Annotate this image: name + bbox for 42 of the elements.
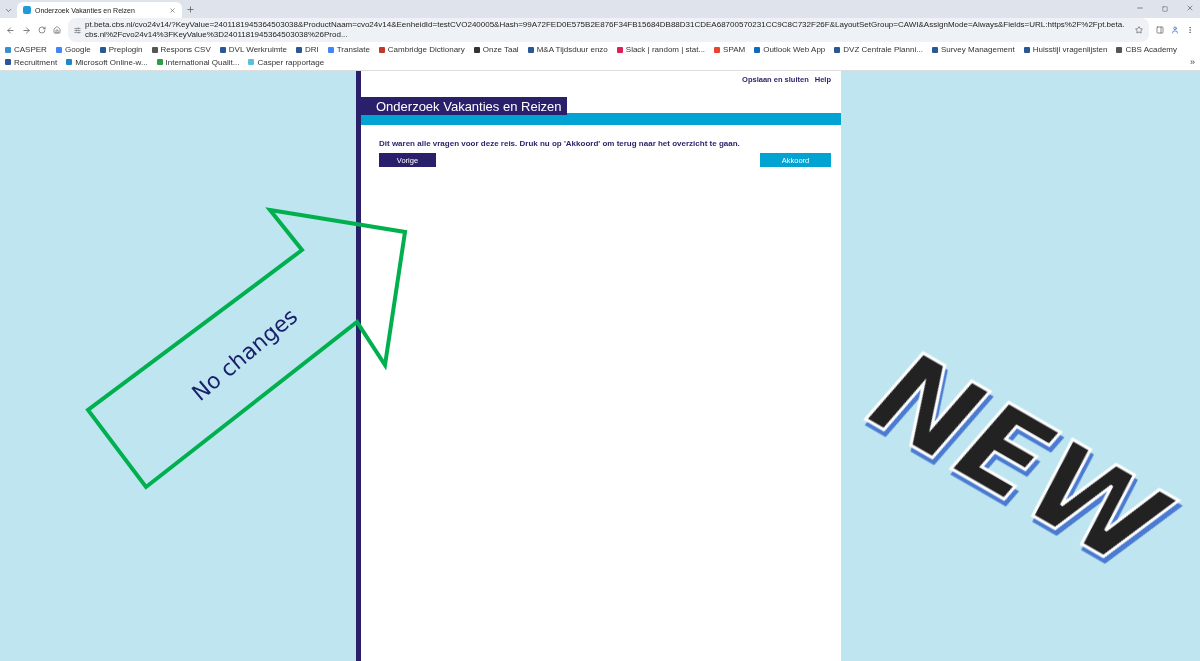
site-settings-icon[interactable] [74, 26, 81, 34]
address-bar[interactable] [68, 18, 1149, 42]
bookmark[interactable]: Recruitment [5, 57, 58, 67]
bookmark[interactable]: Onze Taal [473, 45, 519, 54]
bookmark[interactable]: DVL Werkruimte [219, 45, 287, 54]
side-panel-icon[interactable] [1156, 26, 1164, 34]
more-bookmarks[interactable]: » [1190, 57, 1195, 67]
url-text: pt.beta.cbs.nl/cvo24v14/?KeyValue=2401181945364503038&ProductNaam=cvo24v14&EenheidId=testCVO240005&Hash=99A72FED0E575B2E876F34FB15684DB88D31CDEA68700570231CC9C8C732F26F&LayoutSetGroup=CAWI&AssignMode=Always&Fields=URL:https%2F%2Fpt.beta.cbs.nl%2Fcvo24v14%3FKeyValue%3D2401181945364503038%26Prod... [85, 20, 1126, 40]
reload-icon[interactable] [38, 26, 46, 34]
forward-icon[interactable] [22, 25, 31, 35]
star-icon[interactable] [1135, 26, 1143, 34]
bookmark[interactable]: DVZ Centrale Planni... [834, 45, 923, 54]
survey-title: Onderzoek Vakanties en Reizen [361, 97, 568, 115]
profile-icon[interactable] [1171, 26, 1179, 34]
back-icon[interactable] [6, 25, 15, 35]
bookmark[interactable]: Casper rapportage [248, 57, 325, 67]
bookmark[interactable]: Microsoft Online-w... [66, 57, 148, 67]
bookmark[interactable]: Slack | random | stat... [616, 45, 706, 54]
bookmark[interactable]: M&A Tijdsduur enzo [527, 45, 608, 54]
bookmark[interactable]: Respons CSV [151, 45, 211, 54]
bookmark[interactable]: Translate [327, 45, 370, 54]
bookmark[interactable]: CASPER [5, 45, 47, 54]
minimize-icon[interactable] [1136, 4, 1144, 12]
bookmark[interactable]: SPAM [714, 45, 746, 54]
bookmark[interactable]: International Qualit... [156, 57, 240, 67]
instruction-text: Dit waren alle vragen voor deze reis. Druk nu op 'Akkoord' om terug naar het overzicht te gaan. [379, 139, 741, 148]
close-window-icon[interactable] [1186, 4, 1194, 12]
home-icon[interactable] [53, 26, 61, 34]
close-icon[interactable] [169, 6, 176, 14]
new-tab-icon[interactable] [186, 5, 195, 14]
bookmark[interactable]: Preplogin [99, 45, 143, 54]
tab-list-icon[interactable] [4, 6, 13, 15]
bookmark[interactable]: Cambridge Dictionary [378, 45, 465, 54]
bookmark[interactable]: Huisstijl vragenlijsten [1023, 45, 1108, 54]
favicon-icon [23, 6, 31, 14]
maximize-icon[interactable] [1162, 6, 1168, 12]
bookmark[interactable]: DRI [296, 45, 319, 54]
bookmark[interactable]: Outlook Web App [754, 45, 826, 54]
bookmark[interactable]: Survey Management [931, 45, 1015, 54]
bookmark[interactable]: Google [55, 45, 91, 54]
menu-icon[interactable] [1186, 26, 1194, 34]
bookmark[interactable]: CBS Academy [1116, 45, 1177, 54]
